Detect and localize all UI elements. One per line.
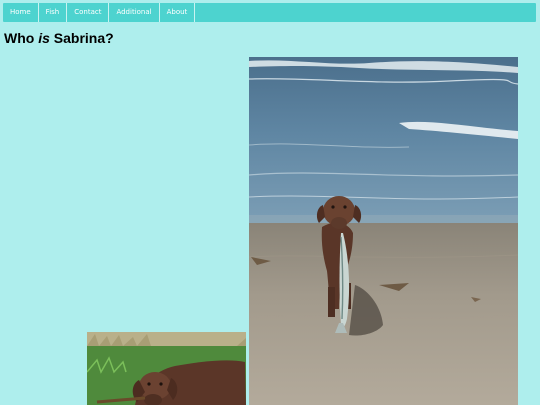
beach-dog-image	[249, 57, 518, 405]
nav-item-additional[interactable]: Additional	[109, 3, 160, 22]
page-title-end: Sabrina?	[49, 30, 114, 46]
nav-item-contact[interactable]: Contact	[67, 3, 110, 22]
nav-item-about[interactable]: About	[160, 3, 196, 22]
page-title-start: Who	[4, 30, 39, 46]
beach-dog-photo	[249, 57, 518, 405]
grass-dog-photo	[87, 332, 246, 405]
page-title: Who is Sabrina?	[4, 30, 114, 46]
nav-item-home[interactable]: Home	[3, 3, 39, 22]
nav-item-fish[interactable]: Fish	[39, 3, 68, 22]
main-navbar: Home Fish Contact Additional About	[3, 3, 536, 22]
page-title-emphasis: is	[38, 30, 50, 46]
grass-dog-image	[87, 332, 246, 405]
